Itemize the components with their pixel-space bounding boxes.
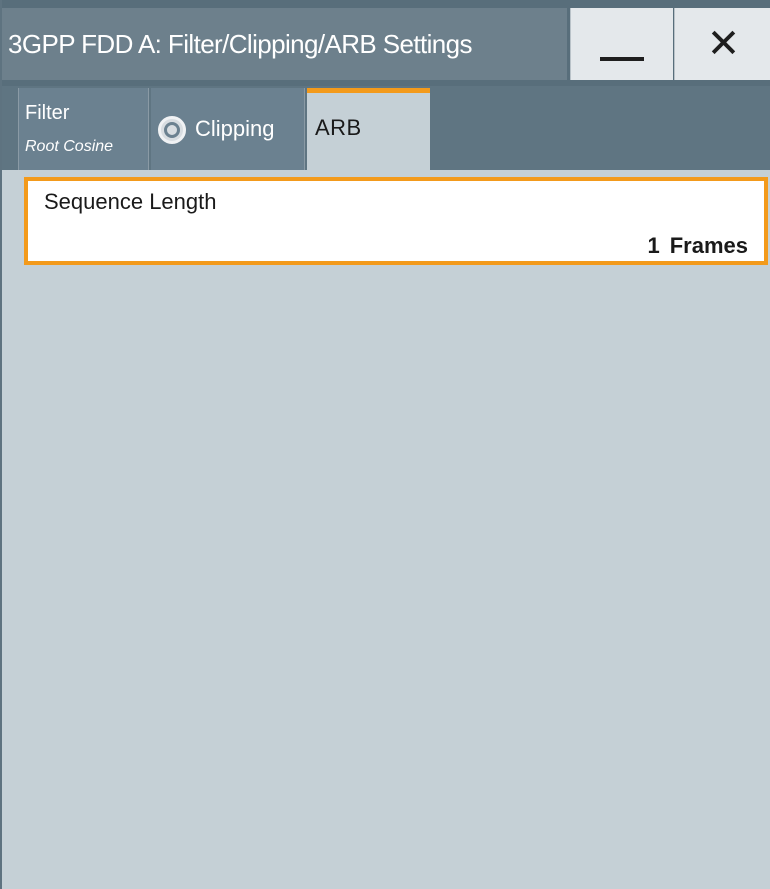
tab-clipping[interactable]: Clipping bbox=[151, 88, 305, 170]
minimize-icon bbox=[600, 57, 644, 61]
dialog-title: 3GPP FDD A: Filter/Clipping/ARB Settings bbox=[2, 8, 567, 80]
minimize-button[interactable] bbox=[570, 8, 673, 80]
sequence-length-label: Sequence Length bbox=[44, 189, 217, 214]
title-bar: 3GPP FDD A: Filter/Clipping/ARB Settings… bbox=[2, 0, 770, 86]
tab-filter-label: Filter bbox=[25, 102, 70, 124]
settings-dialog: 3GPP FDD A: Filter/Clipping/ARB Settings… bbox=[0, 0, 770, 889]
close-button[interactable]: ✕ bbox=[674, 8, 770, 80]
sequence-length-value[interactable]: 1 Frames bbox=[647, 233, 748, 259]
tab-clipping-label: Clipping bbox=[195, 116, 275, 141]
sequence-length-number: 1 bbox=[647, 233, 660, 258]
tab-arb-label: ARB bbox=[315, 115, 362, 140]
sequence-length-field[interactable]: Sequence Length 1 Frames bbox=[24, 177, 768, 265]
tab-bar: Filter Root Cosine Clipping ARB bbox=[2, 86, 770, 170]
clipping-state-icon bbox=[158, 116, 186, 144]
tab-filter-sublabel: Root Cosine bbox=[25, 138, 114, 155]
tab-filter[interactable]: Filter Root Cosine bbox=[18, 88, 149, 170]
close-icon: ✕ bbox=[706, 21, 741, 67]
tab-arb[interactable]: ARB bbox=[307, 88, 430, 170]
sequence-length-unit: Frames bbox=[669, 233, 748, 258]
